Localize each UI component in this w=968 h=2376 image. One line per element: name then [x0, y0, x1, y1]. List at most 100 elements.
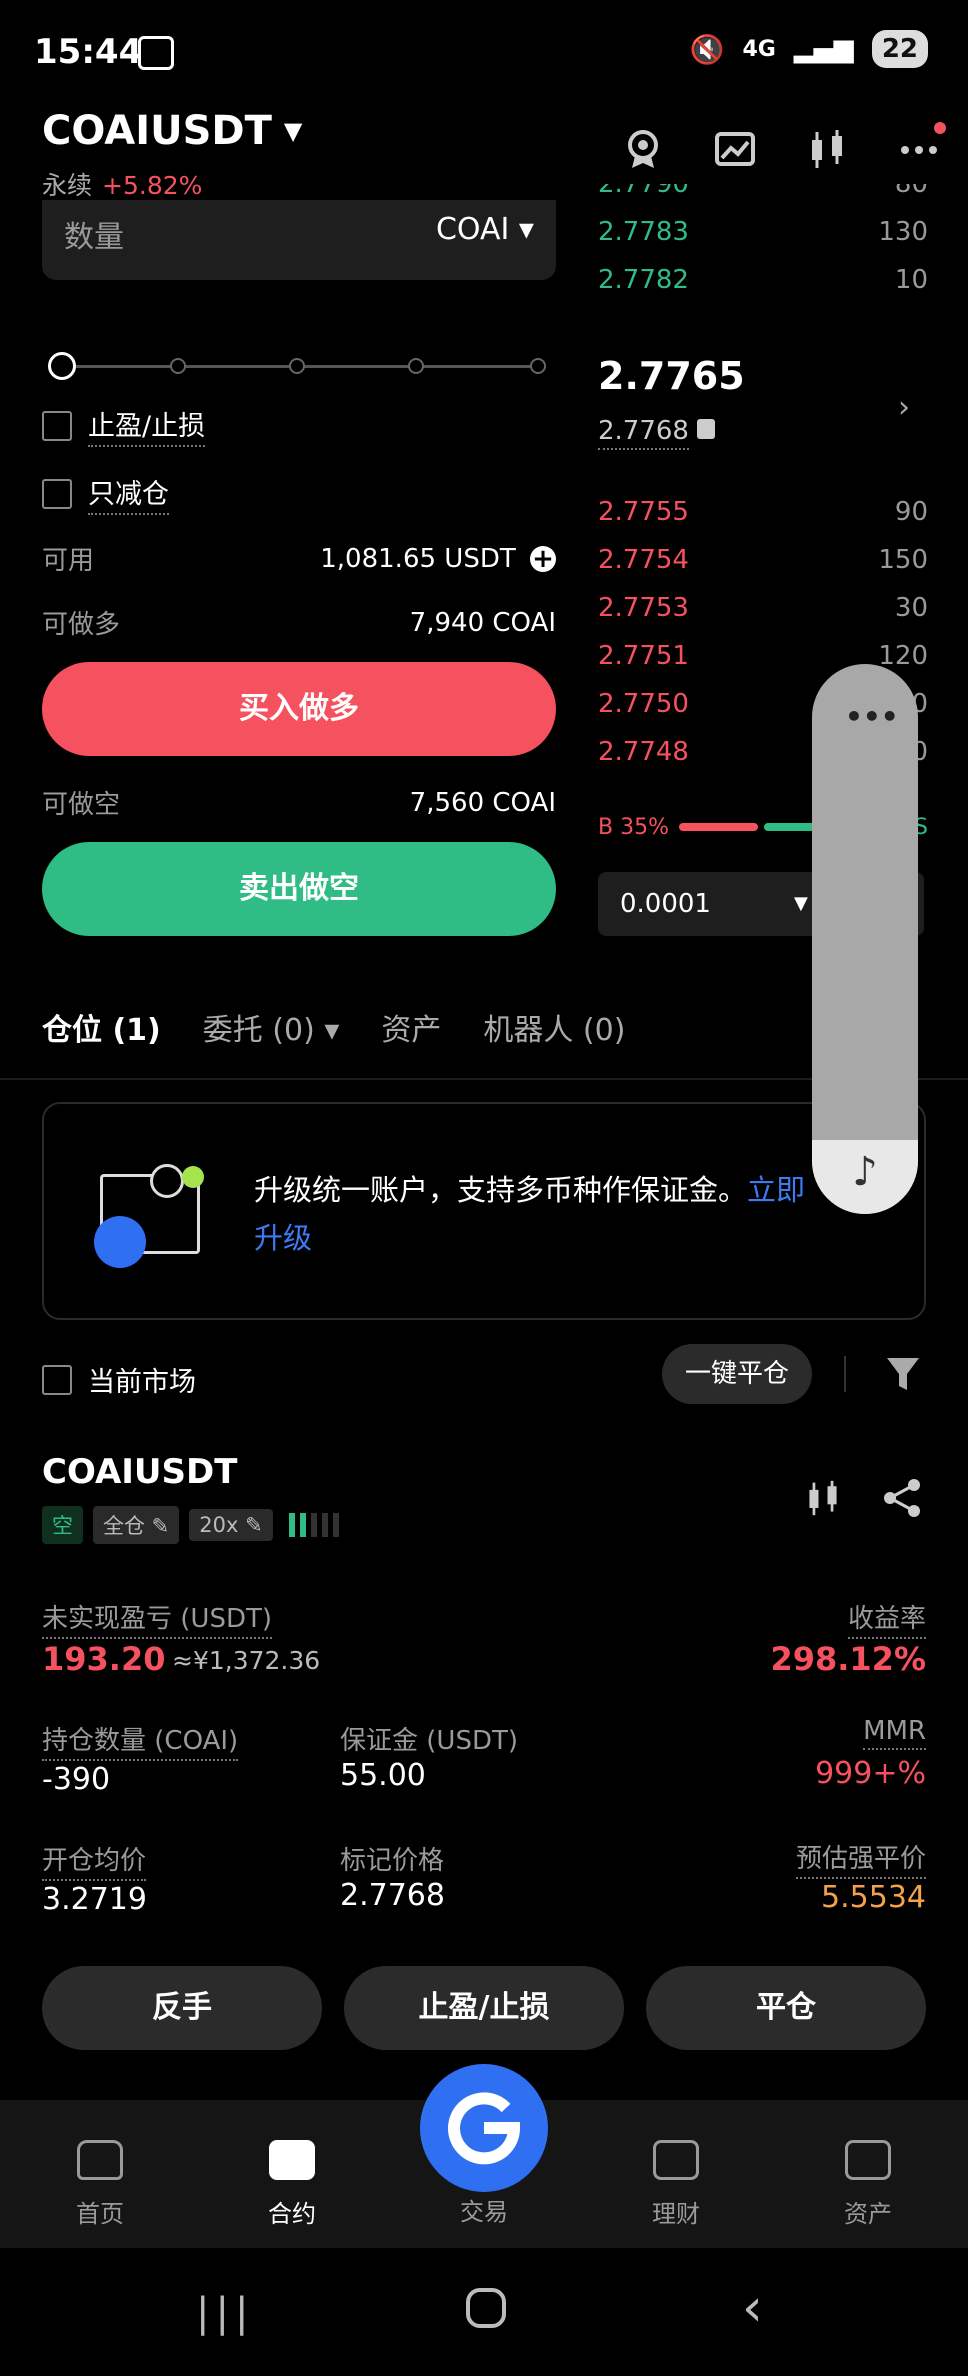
tp-sl-checkbox[interactable]: 止盈/止损 — [42, 404, 206, 447]
notification-dot — [934, 122, 946, 134]
mark-value: 2.7768 — [340, 1878, 445, 1913]
last-price: 2.7765 — [598, 354, 745, 398]
close-position-button[interactable]: 平仓 — [646, 1966, 926, 2050]
can-long-value: 7,940 COAI — [409, 607, 556, 638]
tab-bots[interactable]: 机器人 (0) — [483, 1005, 625, 1049]
nav-earn[interactable]: 理财 — [616, 2140, 736, 2229]
header-actions — [622, 122, 946, 170]
position-tags: 空 全仓 ✎ 20x ✎ — [42, 1506, 339, 1544]
price-change: +5.82% — [102, 171, 203, 200]
size-label: 持仓数量 (COAI) — [42, 1720, 239, 1761]
wallet-icon — [845, 2140, 891, 2180]
can-short-value: 7,560 COAI — [409, 787, 556, 818]
screen-record-icon — [138, 36, 174, 70]
upnl-cny: ≈¥1,372.36 — [172, 1646, 321, 1675]
buy-long-button[interactable]: 买入做多 — [42, 662, 556, 756]
ask-row[interactable]: 2.7782 10 — [598, 256, 928, 304]
futures-icon — [269, 2140, 315, 2180]
tab-positions[interactable]: 仓位 (1) — [42, 1005, 161, 1049]
tp-sl-label: 止盈/止损 — [88, 404, 206, 447]
recent-apps-icon[interactable]: ||| — [196, 2290, 254, 2336]
banner-text: 升级统一账户，支持多币种作保证金。立即 升级 — [254, 1173, 806, 1255]
sell-short-button[interactable]: 卖出做空 — [42, 842, 556, 936]
roe-label: 收益率 — [847, 1598, 926, 1639]
battery-indicator: 22 — [871, 30, 928, 68]
ask-row[interactable]: 2.7790 80 — [598, 184, 928, 208]
mark-price[interactable]: 2.7768 — [598, 416, 716, 450]
risk-bars — [288, 1513, 339, 1537]
upgrade-banner[interactable]: 升级统一账户，支持多币种作保证金。立即 升级 — [42, 1102, 926, 1320]
close-all-button[interactable]: 一键平仓 — [662, 1344, 812, 1404]
divider — [844, 1356, 846, 1392]
liq-value: 5.5534 — [821, 1880, 926, 1915]
add-funds-icon[interactable]: + — [530, 545, 556, 572]
chart-image-icon[interactable] — [714, 128, 756, 170]
size-value: -390 — [42, 1762, 111, 1797]
entry-label: 开仓均价 — [42, 1840, 147, 1881]
entry-value: 3.2719 — [42, 1882, 147, 1917]
upgrade-link-a[interactable]: 立即 — [747, 1173, 805, 1207]
more-icon[interactable]: ••• — [845, 700, 899, 733]
home-button-icon[interactable] — [466, 2288, 506, 2328]
chevron-right-icon[interactable]: › — [898, 390, 910, 425]
mmr-value: 999+% — [815, 1756, 926, 1791]
bid-row[interactable]: 2.7755 90 — [598, 488, 928, 536]
tab-assets[interactable]: 资产 — [381, 1005, 441, 1049]
candlestick-icon[interactable] — [806, 128, 848, 170]
pair-selector[interactable]: COAIUSDT ▼ — [42, 108, 302, 154]
system-nav-bar: ||| ‹ — [0, 2248, 968, 2376]
quantity-slider[interactable] — [48, 352, 548, 380]
reduce-only-checkbox[interactable]: 只减仓 — [42, 472, 169, 515]
available-balance: 1,081.65 USDT + — [320, 544, 556, 574]
quantity-input[interactable]: 数量 COAI ▾ — [42, 200, 556, 280]
liq-label: 预估强平价 — [795, 1838, 926, 1879]
floating-media-widget[interactable]: ••• ♪ — [812, 664, 918, 1214]
caret-down-icon: ▼ — [283, 117, 303, 145]
margin-value: 55.00 — [340, 1758, 426, 1793]
position-pair: COAIUSDT — [42, 1452, 238, 1492]
can-short-label: 可做空 — [42, 790, 121, 820]
can-long-label: 可做多 — [42, 610, 121, 640]
contract-type: 永续 — [42, 171, 93, 200]
network-label: 4G — [742, 36, 776, 62]
margin-mode-badge[interactable]: 全仓 ✎ — [93, 1506, 180, 1544]
tab-orders[interactable]: 委托 (0) ▾ — [203, 1005, 340, 1049]
status-icons: 🔇 4G ▂▄▆ 22 — [690, 30, 928, 68]
ask-row[interactable]: 2.7783 130 — [598, 208, 928, 256]
mmr-label: MMR — [863, 1716, 926, 1750]
share-icon[interactable] — [882, 1478, 922, 1522]
quantity-label: 数量 — [64, 220, 124, 255]
more-icon[interactable] — [898, 122, 946, 170]
nav-trade[interactable]: 交易 — [424, 2192, 544, 2227]
earn-icon — [653, 2140, 699, 2180]
reverse-button[interactable]: 反手 — [42, 1966, 322, 2050]
bid-row[interactable]: 2.7754 150 — [598, 536, 928, 584]
current-market-label: 当前市场 — [88, 1367, 196, 1398]
home-icon — [77, 2140, 123, 2180]
upnl-value: 193.20 — [42, 1640, 166, 1678]
mute-icon: 🔇 — [689, 32, 725, 66]
trade-fab-button[interactable] — [420, 2064, 548, 2192]
side-badge: 空 — [42, 1506, 83, 1544]
upgrade-link[interactable]: 升级 — [254, 1221, 312, 1255]
leverage-badge[interactable]: 20x ✎ — [189, 1509, 273, 1541]
back-icon[interactable]: ‹ — [742, 2278, 763, 2338]
nav-home[interactable]: 首页 — [40, 2140, 160, 2229]
status-time: 15:44 — [34, 32, 143, 72]
shield-icon — [697, 419, 716, 439]
filter-icon[interactable] — [886, 1356, 920, 1396]
award-icon[interactable] — [622, 128, 664, 170]
nav-futures[interactable]: 合约 — [232, 2140, 352, 2229]
signal-icon: ▂▄▆ — [793, 34, 854, 64]
reduce-only-label: 只减仓 — [88, 472, 169, 515]
quantity-unit-selector[interactable]: COAI ▾ — [436, 212, 534, 247]
bid-row[interactable]: 2.7753 30 — [598, 584, 928, 632]
pair-title: COAIUSDT — [42, 108, 272, 154]
current-market-checkbox[interactable]: 当前市场 — [42, 1360, 196, 1399]
nav-assets[interactable]: 资产 — [808, 2140, 928, 2229]
tp-sl-button[interactable]: 止盈/止损 — [344, 1966, 624, 2050]
available-label: 可用 — [42, 546, 95, 576]
status-bar: 15:44 🔇 4G ▂▄▆ 22 — [0, 0, 968, 100]
candlestick-icon[interactable] — [804, 1478, 842, 1522]
position-tabs: 仓位 (1) 委托 (0) ▾ 资产 机器人 (0) — [42, 1005, 625, 1049]
